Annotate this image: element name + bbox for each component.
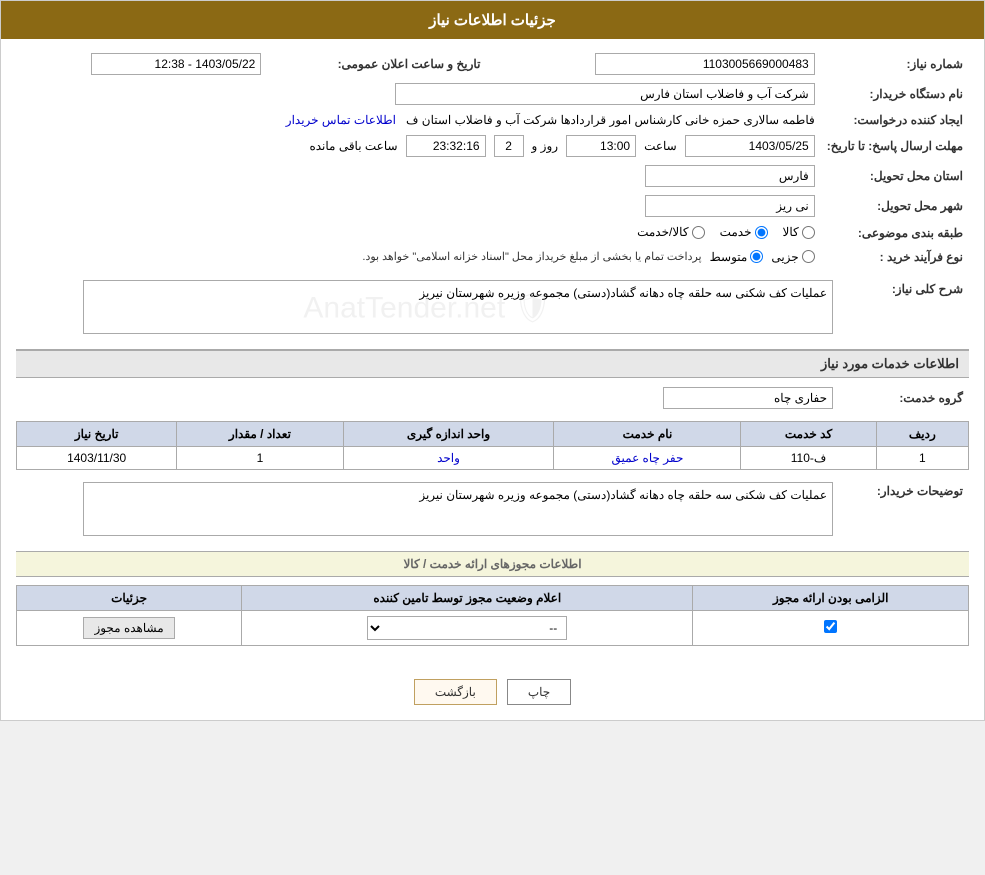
cell-kod: ف-110 <box>741 446 876 469</box>
sharh-textarea[interactable] <box>83 280 833 334</box>
radio-khedmat[interactable]: خدمت <box>720 225 768 239</box>
shomare-niaz-input[interactable] <box>595 53 815 75</box>
radio-khedmat-input[interactable] <box>755 226 768 239</box>
sharh-table: شرح کلی نیاز: 🛡 AnatTender.net <box>16 276 969 341</box>
nam-dastgah-value <box>16 79 821 109</box>
mohlat-row: ساعت روز و ساعت باقی مانده <box>16 131 821 161</box>
page-title: جزئیات اطلاعات نیاز <box>1 1 984 39</box>
cell-unit[interactable]: واحد <box>343 446 554 469</box>
radio-kala-khedmat[interactable]: کالا/خدمت <box>637 225 704 239</box>
cell-name[interactable]: حفر چاه عمیق <box>554 446 741 469</box>
mohlat-days-label: روز و <box>532 139 559 153</box>
mohlat-days-input[interactable] <box>494 135 524 157</box>
ostan-value <box>16 161 821 191</box>
content-area: شماره نیاز: تاریخ و ساعت اعلان عمومی: نا… <box>1 39 984 664</box>
buyer-notes-table: توضیحات خریدار: <box>16 478 969 543</box>
license-details-cell: مشاهده مجوز <box>17 610 242 645</box>
radio-jozi[interactable]: جزیی <box>771 250 814 264</box>
sharh-label: شرح کلی نیاز: <box>839 276 969 341</box>
shahr-label: شهر محل تحویل: <box>821 191 969 221</box>
col-name: نام خدمت <box>554 421 741 446</box>
radio-jozi-label: جزیی <box>771 250 798 264</box>
cell-count: 1 <box>177 446 343 469</box>
grohe-label: گروه خدمت: <box>839 383 969 413</box>
radio-jozi-input[interactable] <box>802 250 815 263</box>
mohlat-countdown-input[interactable] <box>406 135 486 157</box>
shahr-value <box>16 191 821 221</box>
buyer-notes-value <box>16 478 839 543</box>
table-row: 1 ف-110 حفر چاه عمیق واحد 1 1403/11/30 <box>17 446 969 469</box>
back-button[interactable]: بازگشت <box>414 679 497 705</box>
bottom-buttons: چاپ بازگشت <box>1 664 984 720</box>
license-col-details: جزئیات <box>17 585 242 610</box>
info-table: شماره نیاز: تاریخ و ساعت اعلان عمومی: نا… <box>16 49 969 268</box>
license-col-required: الزامی بودن ارائه مجوز <box>693 585 969 610</box>
cell-date: 1403/11/30 <box>17 446 177 469</box>
col-count: تعداد / مقدار <box>177 421 343 446</box>
col-date: تاریخ نیاز <box>17 421 177 446</box>
mohlat-date-input[interactable] <box>685 135 815 157</box>
grohe-value <box>16 383 839 413</box>
radio-khedmat-label: خدمت <box>720 225 752 239</box>
farayand-note: پرداخت تمام یا بخشی از مبلغ خریداز محل "… <box>362 250 701 263</box>
col-kod: کد خدمت <box>741 421 876 446</box>
col-unit: واحد اندازه گیری <box>343 421 554 446</box>
mohlat-remaining-label: ساعت باقی مانده <box>309 139 397 153</box>
shomare-niaz-label: شماره نیاز: <box>821 49 969 79</box>
ijad-konande-label: ایجاد کننده درخواست: <box>821 109 969 131</box>
buyer-notes-label: توضیحات خریدار: <box>839 478 969 543</box>
license-table-row: -- مشاهده مجوز <box>17 610 969 645</box>
grohe-input[interactable] <box>663 387 833 409</box>
ostan-input[interactable] <box>645 165 815 187</box>
sharh-value: 🛡 AnatTender.net <box>16 276 839 341</box>
radio-kala-label: کالا <box>783 225 799 239</box>
tarikh-value <box>16 49 267 79</box>
license-status-cell: -- <box>242 610 693 645</box>
mohlat-label: مهلت ارسال پاسخ: تا تاریخ: <box>821 131 969 161</box>
license-table: الزامی بودن ارائه مجوز اعلام وضعیت مجوز … <box>16 585 969 646</box>
noe-farayand-value: جزیی متوسط پرداخت تمام یا بخشی از مبلغ خ… <box>16 246 821 268</box>
radio-kala-khedmat-input[interactable] <box>692 226 705 239</box>
license-required-cell <box>693 610 969 645</box>
grohe-table: گروه خدمت: <box>16 383 969 413</box>
license-col-status: اعلام وضعیت مجوز توسط تامین کننده <box>242 585 693 610</box>
noe-farayand-label: نوع فرآیند خرید : <box>821 246 969 268</box>
nam-dastgah-label: نام دستگاه خریدار: <box>821 79 969 109</box>
ostan-label: استان محل تحویل: <box>821 161 969 191</box>
mohlat-time-input[interactable] <box>566 135 636 157</box>
radio-motavasset-input[interactable] <box>750 250 763 263</box>
tabaqe-value: کالا خدمت کالا/خدمت <box>16 221 821 246</box>
license-section-title: اطلاعات مجوزهای ارائه خدمت / کالا <box>16 551 969 577</box>
tarikh-input[interactable] <box>91 53 261 75</box>
radio-motavasset[interactable]: متوسط <box>710 250 764 264</box>
buyer-notes-textarea[interactable] <box>83 482 833 536</box>
nam-dastgah-input[interactable] <box>395 83 815 105</box>
license-status-select[interactable]: -- <box>367 616 567 640</box>
ijad-konande-value: فاطمه سالاری حمزه خانی کارشناس امور قرار… <box>16 109 821 131</box>
cell-radif: 1 <box>876 446 968 469</box>
tabaqe-label: طبقه بندی موضوعی: <box>821 221 969 246</box>
page-wrapper: جزئیات اطلاعات نیاز شماره نیاز: تاریخ و … <box>0 0 985 721</box>
radio-kala[interactable]: کالا <box>783 225 815 239</box>
license-required-checkbox[interactable] <box>824 620 837 633</box>
services-data-table: ردیف کد خدمت نام خدمت واحد اندازه گیری ت… <box>16 421 969 470</box>
radio-kala-input[interactable] <box>802 226 815 239</box>
tarikh-label: تاریخ و ساعت اعلان عمومی: <box>267 49 500 79</box>
ijad-konande-text: فاطمه سالاری حمزه خانی کارشناس امور قرار… <box>406 113 815 127</box>
shomare-niaz-value <box>500 49 820 79</box>
mohlat-time-label: ساعت <box>644 139 677 153</box>
shahr-input[interactable] <box>645 195 815 217</box>
col-radif: ردیف <box>876 421 968 446</box>
services-section-title: اطلاعات خدمات مورد نیاز <box>16 349 969 378</box>
radio-kala-khedmat-label: کالا/خدمت <box>637 225 688 239</box>
radio-motavasset-label: متوسط <box>710 250 748 264</box>
print-button[interactable]: چاپ <box>507 679 571 705</box>
view-license-button[interactable]: مشاهده مجوز <box>83 617 174 639</box>
tamas-khardar-link[interactable]: اطلاعات تماس خریدار <box>286 113 396 127</box>
